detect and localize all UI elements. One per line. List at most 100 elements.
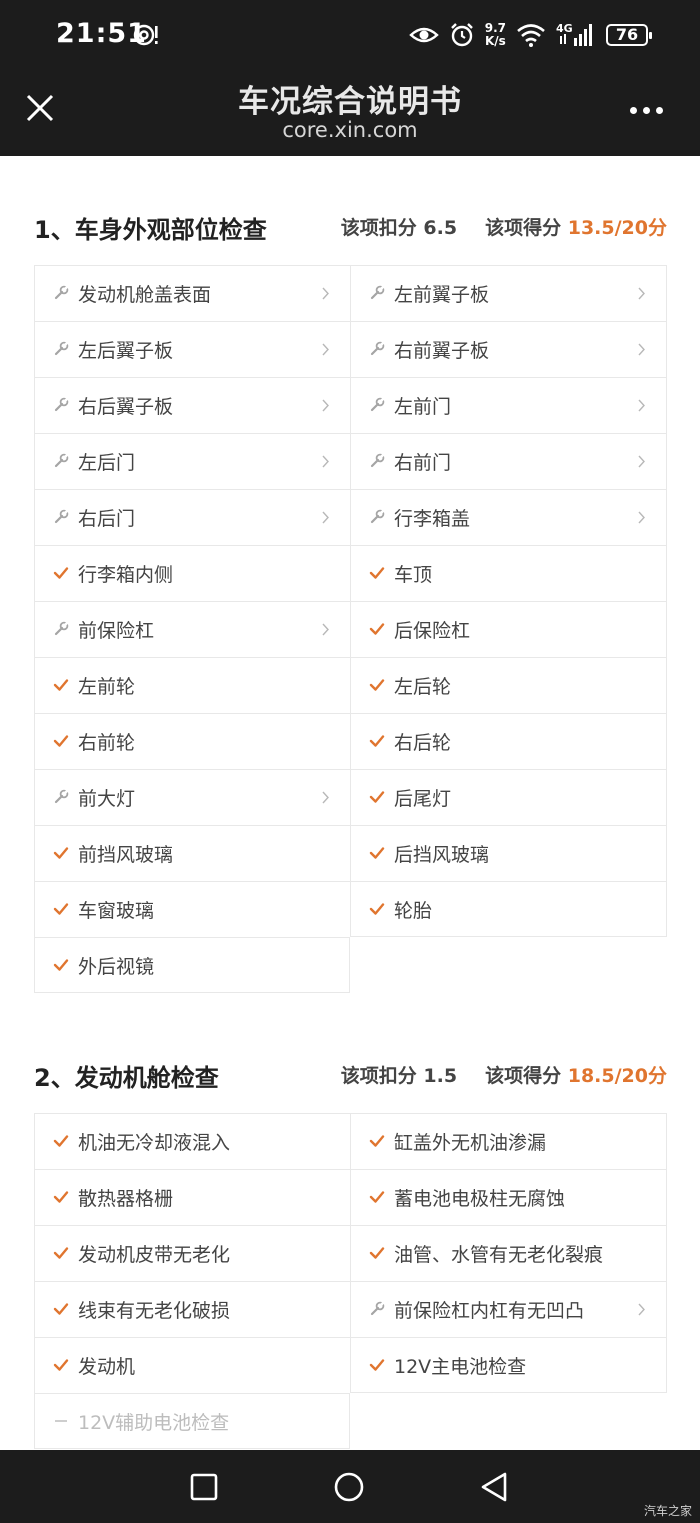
inspection-item-label: 左前门 — [394, 396, 452, 418]
wrench-icon — [370, 397, 385, 412]
check-icon — [369, 1191, 385, 1203]
check-icon — [369, 623, 385, 635]
inspection-grid: 发动机舱盖表面 左前翼子板 左后翼子板 右前翼子板 右后翼子板 左前门 左后门 右前门 右后门行… — [34, 265, 667, 993]
signal-icon: 4G — [556, 22, 592, 46]
inspection-item: 左后轮 — [350, 657, 667, 713]
inspection-item: 缸盖外无机油渗漏 — [350, 1113, 667, 1169]
inspection-item-label: 线束有无老化破损 — [78, 1300, 231, 1322]
inspection-item-label: 12V主电池检查 — [394, 1356, 527, 1378]
inspection-item: 车窗玻璃 — [34, 881, 350, 937]
alert-icon — [133, 24, 158, 46]
chevron-right-icon — [638, 287, 645, 300]
inspection-item-label: 行李箱盖 — [394, 508, 471, 530]
wrench-icon — [54, 397, 69, 412]
check-icon — [369, 567, 385, 579]
check-icon — [53, 847, 69, 859]
inspection-item[interactable]: 行李箱盖 — [350, 489, 667, 545]
inspection-item[interactable]: 左后门 — [34, 433, 350, 489]
inspection-item[interactable]: 前保险杠内杠有无凹凸 — [350, 1281, 667, 1337]
inspection-item[interactable]: 左前翼子板 — [350, 265, 667, 321]
check-icon — [369, 847, 385, 859]
inspection-item[interactable]: 右前翼子板 — [350, 321, 667, 377]
inspection-item: 左前轮 — [34, 657, 350, 713]
wrench-icon — [54, 509, 69, 524]
chevron-right-icon — [638, 455, 645, 468]
more-options-icon[interactable] — [630, 100, 670, 120]
chevron-right-icon — [322, 287, 329, 300]
inspection-item[interactable]: 右前门 — [350, 433, 667, 489]
inspection-item[interactable]: 发动机舱盖表面 — [34, 265, 350, 321]
inspection-item[interactable]: 右后翼子板 — [34, 377, 350, 433]
report-content: 1、车身外观部位检查 该项扣分 6.5 该项得分 13.5/20分 发动机舱盖表面… — [0, 156, 700, 1450]
check-icon — [369, 1135, 385, 1147]
inspection-item-label: 发动机 — [78, 1356, 136, 1378]
inspection-item-label: 左后门 — [78, 452, 136, 474]
page-domain: core.xin.com — [282, 118, 418, 142]
inspection-item-label: 发动机皮带无老化 — [78, 1244, 231, 1266]
check-icon — [53, 1359, 69, 1371]
inspection-item-label: 左后翼子板 — [78, 340, 174, 362]
inspection-item[interactable]: 左后翼子板 — [34, 321, 350, 377]
net-speed: 9.7 K/s — [484, 21, 506, 48]
section-header: 1、车身外观部位检查 该项扣分 6.5 该项得分 13.5/20分 — [34, 198, 667, 258]
inspection-item-label: 轮胎 — [394, 900, 433, 922]
inspection-item: 外后视镜 — [34, 937, 350, 993]
chevron-right-icon — [322, 455, 329, 468]
inspection-item-label: 左前翼子板 — [394, 284, 490, 306]
eye-icon — [408, 27, 439, 43]
inspection-item: 右后轮 — [350, 713, 667, 769]
title-bar: 车况综合说明书 core.xin.com — [0, 70, 700, 156]
section-engine-bay: 2、发动机舱检查 该项扣分 1.5 该项得分 18.5/20分 机油无冷却液混入 缸… — [34, 1046, 667, 1449]
inspection-item[interactable]: 前大灯 — [34, 769, 350, 825]
check-icon — [53, 903, 69, 915]
inspection-item-label: 前挡风玻璃 — [78, 844, 174, 866]
inspection-item-label: 左前轮 — [78, 676, 136, 698]
page-title: 车况综合说明书 — [238, 84, 462, 120]
wrench-icon — [370, 341, 385, 356]
inspection-item-label: 油管、水管有无老化裂痕 — [394, 1244, 604, 1266]
back-icon[interactable] — [478, 1470, 512, 1504]
inspection-item-label: 车顶 — [394, 564, 433, 586]
wrench-icon — [54, 621, 69, 636]
chevron-right-icon — [322, 343, 329, 356]
check-icon — [369, 1359, 385, 1371]
section-body-exterior: 1、车身外观部位检查 该项扣分 6.5 该项得分 13.5/20分 发动机舱盖表面… — [34, 198, 667, 993]
inspection-item[interactable]: 右后门 — [34, 489, 350, 545]
section-header: 2、发动机舱检查 该项扣分 1.5 该项得分 18.5/20分 — [34, 1046, 667, 1106]
section-scores: 该项扣分 6.5 该项得分 13.5/20分 — [340, 217, 667, 239]
inspection-item: 前挡风玻璃 — [34, 825, 350, 881]
check-icon — [369, 791, 385, 803]
svg-text:4G: 4G — [556, 22, 573, 35]
section-title: 2、发动机舱检查 — [34, 1064, 219, 1092]
check-icon — [53, 1247, 69, 1259]
check-icon — [369, 679, 385, 691]
inspection-item[interactable]: 前保险杠 — [34, 601, 350, 657]
inspection-item: 行李箱内侧 — [34, 545, 350, 601]
inspection-item-label: 右前翼子板 — [394, 340, 490, 362]
inspection-item: 车顶 — [350, 545, 667, 601]
inspection-item-label: 缸盖外无机油渗漏 — [394, 1132, 547, 1154]
inspection-item-label: 前大灯 — [78, 788, 136, 810]
wrench-icon — [370, 1301, 385, 1316]
inspection-item: 后保险杠 — [350, 601, 667, 657]
wrench-icon — [370, 453, 385, 468]
section-scores: 该项扣分 1.5 该项得分 18.5/20分 — [340, 1065, 667, 1087]
dash-icon — [55, 1420, 67, 1422]
check-icon — [53, 735, 69, 747]
wrench-icon — [370, 285, 385, 300]
inspection-item-label: 右后翼子板 — [78, 396, 174, 418]
chevron-right-icon — [638, 511, 645, 524]
inspection-item: 12V主电池检查 — [350, 1337, 667, 1393]
inspection-item-label: 右后门 — [78, 508, 136, 530]
recent-apps-icon[interactable] — [187, 1470, 221, 1504]
inspection-item-label: 蓄电池电极柱无腐蚀 — [394, 1188, 566, 1210]
chevron-right-icon — [322, 791, 329, 804]
score-value: 18.5/20分 — [567, 1065, 667, 1087]
home-icon[interactable] — [332, 1470, 366, 1504]
inspection-item-label: 右前轮 — [78, 732, 136, 754]
wrench-icon — [54, 453, 69, 468]
inspection-item[interactable]: 左前门 — [350, 377, 667, 433]
inspection-item-label: 右前门 — [394, 452, 452, 474]
inspection-item: 蓄电池电极柱无腐蚀 — [350, 1169, 667, 1225]
check-icon — [53, 1303, 69, 1315]
